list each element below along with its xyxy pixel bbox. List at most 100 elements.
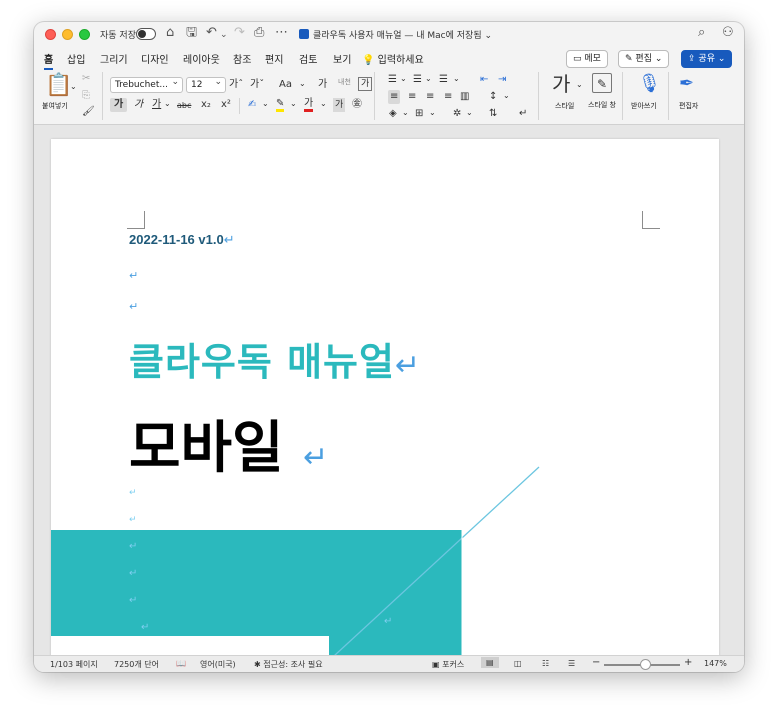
tab-references[interactable]: 참조 xyxy=(233,51,251,66)
shrink-font-button[interactable]: 가ˇ xyxy=(250,78,264,92)
document-page[interactable]: 2022-11-16 v1.0↵ ↵ ↵ 클라우독 매뉴얼↵ 모바일 ↵ ↵ ↵… xyxy=(51,139,719,655)
share-button[interactable]: ⇪ 공유 ⌄ xyxy=(681,50,733,68)
align-center-icon[interactable]: ≡ xyxy=(408,90,416,104)
editor-icon[interactable]: ✒ xyxy=(679,72,694,96)
justify-icon[interactable]: ≡ xyxy=(444,90,452,104)
zoom-slider[interactable] xyxy=(604,659,680,670)
subscript-button[interactable]: x₂ xyxy=(201,98,211,112)
borders-dropdown-icon[interactable]: ⌄ xyxy=(429,106,436,120)
asian-layout-icon[interactable]: ✲ xyxy=(453,107,461,121)
borders-icon[interactable]: ⊞ xyxy=(415,107,423,121)
paste-dropdown-icon[interactable]: ⌄ xyxy=(70,80,77,94)
change-case-dropdown-icon[interactable]: ⌄ xyxy=(299,77,306,91)
zoom-slider-handle[interactable] xyxy=(640,659,652,670)
tab-home[interactable]: 홈 xyxy=(44,51,54,70)
char-border-button[interactable]: 가 xyxy=(358,77,373,91)
shading-icon[interactable]: ◈ xyxy=(389,107,397,121)
enclose-char-button[interactable]: ㊎ xyxy=(352,98,362,112)
undo-icon[interactable]: ↶ xyxy=(206,25,217,41)
search-icon[interactable]: ⌕ xyxy=(698,25,705,41)
tab-layout[interactable]: 레이아웃 xyxy=(183,51,220,66)
grow-font-button[interactable]: 가ˆ xyxy=(229,78,243,92)
print-icon[interactable]: ⎙ xyxy=(254,25,264,41)
paste-icon[interactable]: 📋 xyxy=(45,74,72,98)
line-spacing-dropdown-icon[interactable]: ⌄ xyxy=(503,89,510,103)
numbering-dropdown-icon[interactable]: ⌄ xyxy=(425,72,432,86)
font-size-select[interactable]: 12 xyxy=(186,77,226,93)
undo-dropdown-icon[interactable]: ⌄ xyxy=(220,27,228,43)
bold-button[interactable]: 가 xyxy=(110,98,128,112)
distributed-icon[interactable]: ▥ xyxy=(460,90,469,104)
minimize-window-button[interactable] xyxy=(62,29,73,40)
tab-insert[interactable]: 삽입 xyxy=(67,51,85,66)
underline-dropdown-icon[interactable]: ⌄ xyxy=(164,97,171,111)
zoom-in-button[interactable]: + xyxy=(684,657,692,668)
highlight-dropdown-icon[interactable]: ⌄ xyxy=(290,97,297,111)
line-spacing-icon[interactable]: ↕ xyxy=(489,90,497,104)
autosave-toggle[interactable] xyxy=(136,28,156,40)
sort-icon[interactable]: ⇅ xyxy=(489,107,497,121)
tab-draw[interactable]: 그리기 xyxy=(100,51,128,66)
show-marks-icon[interactable]: ↵ xyxy=(519,107,527,121)
tab-design[interactable]: 디자인 xyxy=(141,51,169,66)
format-painter-icon[interactable]: 🖌 xyxy=(82,105,95,119)
zoom-out-button[interactable]: − xyxy=(592,657,600,668)
web-layout-view-icon[interactable]: ◫ xyxy=(514,659,522,668)
multilevel-list-icon[interactable]: ☰ xyxy=(439,73,448,87)
zoom-window-button[interactable] xyxy=(79,29,90,40)
asian-layout-dropdown-icon[interactable]: ⌄ xyxy=(466,106,473,120)
superscript-button[interactable]: x² xyxy=(221,98,231,112)
bullets-icon[interactable]: ☰ xyxy=(388,73,397,87)
decrease-indent-icon[interactable]: ⇤ xyxy=(480,73,488,87)
home-icon[interactable]: ⌂ xyxy=(166,25,174,41)
microphone-icon[interactable]: 🎙 xyxy=(638,72,661,96)
language-status[interactable]: 영어(미국) xyxy=(200,659,236,670)
clear-format-button[interactable]: 가 xyxy=(318,78,327,92)
align-right-icon[interactable]: ≡ xyxy=(426,90,434,104)
redo-icon[interactable]: ↷ xyxy=(234,25,245,41)
increase-indent-icon[interactable]: ⇥ xyxy=(498,73,506,87)
font-color-dropdown-icon[interactable]: ⌄ xyxy=(320,97,327,111)
memo-button[interactable]: ▭ 메모 xyxy=(566,50,608,68)
cut-icon[interactable]: ✂ xyxy=(82,72,90,86)
tab-mailings[interactable]: 편지 xyxy=(265,51,283,66)
copy-icon[interactable]: ⎘ xyxy=(82,89,90,103)
document-canvas[interactable]: 2022-11-16 v1.0↵ ↵ ↵ 클라우독 매뉴얼↵ 모바일 ↵ ↵ ↵… xyxy=(34,125,744,655)
focus-mode-button[interactable]: ▣ 포커스 xyxy=(432,659,464,670)
char-shading-button[interactable]: 가 xyxy=(333,98,346,112)
align-left-icon[interactable]: ≡ xyxy=(388,90,401,104)
page-count[interactable]: 1/103 페이지 xyxy=(50,659,98,670)
text-effects-dropdown-icon[interactable]: ⌄ xyxy=(262,97,269,111)
zoom-level[interactable]: 147% xyxy=(704,659,727,668)
draft-view-icon[interactable]: ☰ xyxy=(568,659,575,668)
accessibility-status[interactable]: ✱ 접근성: 조사 필요 xyxy=(254,659,323,670)
account-icon[interactable]: ⚇ xyxy=(722,25,734,41)
print-layout-view-icon[interactable]: ▤ xyxy=(481,657,499,668)
change-case-button[interactable]: Aa xyxy=(279,78,292,92)
proofing-icon[interactable]: 📖 xyxy=(176,659,186,668)
more-icon[interactable]: ⋯ xyxy=(275,25,288,41)
document-title[interactable]: 클라우독 사용자 매뉴얼 — 내 Mac에 저장됨 ⌄ xyxy=(299,28,492,41)
strikethrough-button[interactable]: abc xyxy=(177,99,191,113)
save-icon[interactable]: 🖫 xyxy=(186,25,197,41)
shading-dropdown-icon[interactable]: ⌄ xyxy=(402,106,409,120)
styles-gallery-button[interactable]: 가 xyxy=(552,72,570,96)
phonetic-guide-button[interactable]: 내천 xyxy=(338,75,351,89)
edit-mode-button[interactable]: ✎ 편집 ⌄ xyxy=(618,50,670,68)
italic-button[interactable]: 가 xyxy=(134,98,143,112)
close-window-button[interactable] xyxy=(45,29,56,40)
tell-me-box[interactable]: 💡 입력하세요 xyxy=(362,51,424,66)
word-count[interactable]: 7250개 단어 xyxy=(114,659,159,670)
multilevel-dropdown-icon[interactable]: ⌄ xyxy=(453,72,460,86)
outline-view-icon[interactable]: ☷ xyxy=(542,659,549,668)
font-color-button[interactable]: 가 xyxy=(304,98,314,112)
styles-dropdown-icon[interactable]: ⌄ xyxy=(576,78,583,92)
underline-button[interactable]: 가 xyxy=(152,98,161,112)
numbering-icon[interactable]: ☰ xyxy=(413,73,422,87)
tab-review[interactable]: 검토 xyxy=(299,51,317,66)
font-name-select[interactable]: Trebuchet... xyxy=(110,77,183,93)
highlight-icon[interactable]: ✎ xyxy=(276,98,285,112)
tab-view[interactable]: 보기 xyxy=(333,51,351,66)
text-effects-icon[interactable]: ✍ xyxy=(248,98,256,112)
bullets-dropdown-icon[interactable]: ⌄ xyxy=(400,72,407,86)
